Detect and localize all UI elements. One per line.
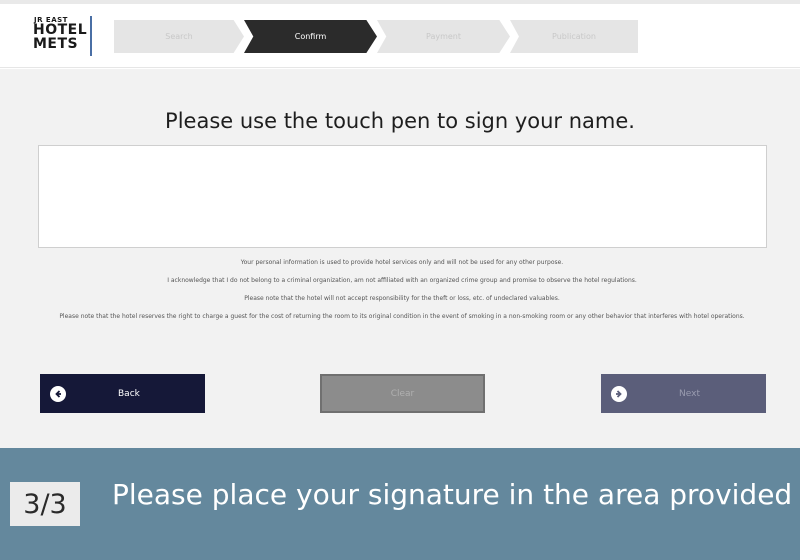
notice-personal-info: Your personal information is used to pro… bbox=[240, 259, 564, 266]
step-publication: Publication bbox=[510, 20, 638, 53]
logo-line-1: HOTEL bbox=[33, 22, 88, 38]
caption-text: Please place your signature in the area … bbox=[112, 478, 793, 511]
logo-main: HOTEL METS bbox=[33, 23, 87, 51]
back-label: Back bbox=[118, 388, 140, 399]
signature-area[interactable] bbox=[38, 145, 767, 248]
next-label: Next bbox=[679, 388, 700, 399]
kiosk-screen: JR EAST HOTEL METS Search Confirm Paymen… bbox=[0, 0, 800, 448]
arrow-right-icon bbox=[611, 385, 627, 402]
caption-banner: 3/3 Please place your signature in the a… bbox=[0, 448, 800, 560]
header: JR EAST HOTEL METS Search Confirm Paymen… bbox=[0, 0, 800, 68]
step-payment: Payment bbox=[377, 20, 510, 53]
terms-notices: Your personal information is used to pro… bbox=[52, 259, 752, 331]
signature-panel: Please use the touch pen to sign your na… bbox=[0, 69, 800, 448]
step-confirm: Confirm bbox=[244, 20, 377, 53]
notice-valuables: Please note that the hotel will not acce… bbox=[244, 295, 560, 302]
page-indicator: 3/3 bbox=[10, 482, 80, 526]
next-button[interactable]: Next bbox=[601, 374, 766, 413]
top-strip bbox=[0, 0, 800, 4]
clear-label: Clear bbox=[390, 388, 415, 399]
step-search: Search bbox=[114, 20, 244, 53]
hotel-logo: JR EAST HOTEL METS bbox=[30, 16, 92, 56]
arrow-left-icon bbox=[50, 385, 66, 402]
progress-steps: Search Confirm Payment Publication bbox=[114, 20, 638, 53]
back-button[interactable]: Back bbox=[40, 374, 205, 413]
notice-crime: I acknowledge that I do not belong to a … bbox=[167, 277, 637, 284]
logo-line-2: METS bbox=[33, 36, 79, 52]
page-title: Please use the touch pen to sign your na… bbox=[165, 109, 635, 133]
clear-button[interactable]: Clear bbox=[320, 374, 485, 413]
notice-smoking: Please note that the hotel reserves the … bbox=[59, 313, 745, 320]
